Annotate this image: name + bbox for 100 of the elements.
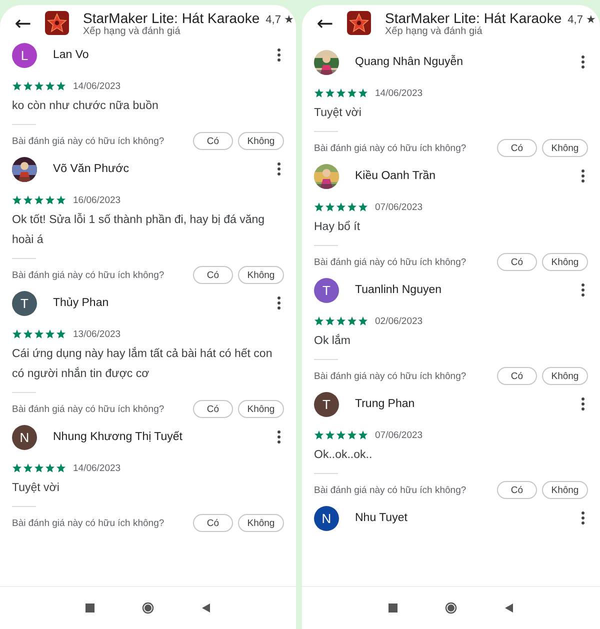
avatar: T xyxy=(12,290,37,316)
helpful-question: Bài đánh giá này có hữu ích không? xyxy=(12,270,166,280)
yes-button[interactable]: Có xyxy=(193,514,233,532)
no-button[interactable]: Không xyxy=(542,367,588,385)
no-button[interactable]: Không xyxy=(542,481,588,499)
star-icon xyxy=(34,81,44,91)
star-icon xyxy=(347,430,357,440)
more-options-icon[interactable] xyxy=(277,48,281,62)
star-icon xyxy=(314,430,324,440)
app-rating: 4,7 ★ xyxy=(568,12,596,26)
more-options-icon[interactable] xyxy=(581,283,585,297)
recents-icon[interactable] xyxy=(84,602,96,614)
helpful-question: Bài đánh giá này có hữu ích không? xyxy=(314,370,468,382)
star-icon xyxy=(23,195,33,205)
review-date: 13/06/2023 xyxy=(73,328,121,340)
more-options-icon[interactable] xyxy=(581,397,585,411)
more-options-icon[interactable] xyxy=(277,296,281,310)
star-icon xyxy=(45,81,55,91)
star-icon xyxy=(34,463,44,473)
no-button[interactable]: Không xyxy=(542,253,588,271)
reviewer-name: Tuanlinh Nguyen xyxy=(355,284,443,296)
star-icon xyxy=(336,316,346,326)
review-text: Ok tốt! Sửa lỗi 1 số thành phần đi, hay bị đá văng hoài á xyxy=(12,212,266,248)
star-icon xyxy=(358,316,368,326)
yes-button[interactable]: Có xyxy=(193,400,233,418)
star-icon xyxy=(45,463,55,473)
helpful-question: Bài đánh giá này có hữu ích không? xyxy=(12,518,166,528)
page-subtitle: Xếp hạng và đánh giá xyxy=(385,26,484,36)
reviewer-name: Trung Phan xyxy=(355,398,416,410)
home-icon[interactable] xyxy=(142,602,154,614)
no-button[interactable]: Không xyxy=(238,514,284,532)
review-text: Tuyệt vời xyxy=(12,481,60,496)
helpful-question: Bài đánh giá này có hữu ích không? xyxy=(314,484,468,496)
yes-button[interactable]: Có xyxy=(497,481,537,499)
app-title: StarMaker Lite: Hát Karaoke xyxy=(83,10,260,26)
star-icon xyxy=(325,202,335,212)
more-options-icon[interactable] xyxy=(277,430,281,444)
helpful-question: Bài đánh giá này có hữu ích không? xyxy=(12,136,166,146)
reviewer-name: Thủy Phan xyxy=(53,297,110,309)
app-rating: 4,7 ★ xyxy=(266,12,294,26)
star-icon xyxy=(325,430,335,440)
star-icon xyxy=(23,463,33,473)
yes-button[interactable]: Có xyxy=(497,367,537,385)
review-text: Ok lắm xyxy=(314,333,352,349)
star-icon xyxy=(12,329,22,339)
star-icon xyxy=(56,81,66,91)
star-icon xyxy=(12,81,22,91)
home-icon[interactable] xyxy=(445,602,457,614)
no-button[interactable]: Không xyxy=(238,400,284,418)
review-text: Ok..ok..ok.. xyxy=(314,448,374,463)
yes-button[interactable]: Có xyxy=(497,253,537,271)
yes-button[interactable]: Có xyxy=(193,266,233,284)
star-icon xyxy=(314,88,324,98)
star-app-icon xyxy=(347,11,371,35)
reviewer-name: Nhung Khương Thị Tuyết xyxy=(53,431,184,443)
recents-icon[interactable] xyxy=(387,602,399,614)
review-date: 14/06/2023 xyxy=(73,462,121,474)
star-icon xyxy=(34,329,44,339)
star-icon xyxy=(56,195,66,205)
avatar: T xyxy=(314,392,339,416)
star-icon xyxy=(56,463,66,473)
star-icon xyxy=(23,329,33,339)
review-text: Tuyệt vời xyxy=(314,106,362,121)
star-icon xyxy=(23,81,33,91)
no-button[interactable]: Không xyxy=(238,132,284,150)
star-app-icon xyxy=(45,11,69,35)
no-button[interactable]: Không xyxy=(542,139,588,157)
star-icon xyxy=(325,316,335,326)
star-icon xyxy=(347,316,357,326)
avatar: N xyxy=(12,424,37,450)
star-icon xyxy=(358,88,368,98)
more-options-icon[interactable] xyxy=(581,55,585,69)
star-icon xyxy=(314,202,324,212)
star-icon xyxy=(336,430,346,440)
review-date: 16/06/2023 xyxy=(73,194,121,206)
more-options-icon[interactable] xyxy=(581,511,585,525)
back-button[interactable]: ← xyxy=(12,11,34,35)
no-button[interactable]: Không xyxy=(238,266,284,284)
star-icon xyxy=(12,463,22,473)
star-icon xyxy=(34,195,44,205)
yes-button[interactable]: Có xyxy=(497,139,537,157)
star-icon xyxy=(314,316,324,326)
star-icon xyxy=(336,202,346,212)
back-icon[interactable] xyxy=(200,602,212,614)
star-icon xyxy=(56,329,66,339)
back-icon[interactable] xyxy=(503,602,515,614)
star-icon xyxy=(358,430,368,440)
star-icon xyxy=(45,329,55,339)
more-options-icon[interactable] xyxy=(277,162,281,176)
more-options-icon[interactable] xyxy=(581,169,585,183)
star-icon xyxy=(12,195,22,205)
star-icon xyxy=(336,88,346,98)
review-date: 07/06/2023 xyxy=(375,202,423,212)
review-text: ko còn như chước nữa buồn xyxy=(12,99,160,114)
star-icon xyxy=(347,202,357,212)
yes-button[interactable]: Có xyxy=(193,132,233,150)
back-button[interactable]: ← xyxy=(314,11,336,35)
reviewer-name: Kiều Oanh Trần xyxy=(355,170,437,182)
star-icon xyxy=(45,195,55,205)
helpful-question: Bài đánh giá này có hữu ích không? xyxy=(314,142,468,154)
